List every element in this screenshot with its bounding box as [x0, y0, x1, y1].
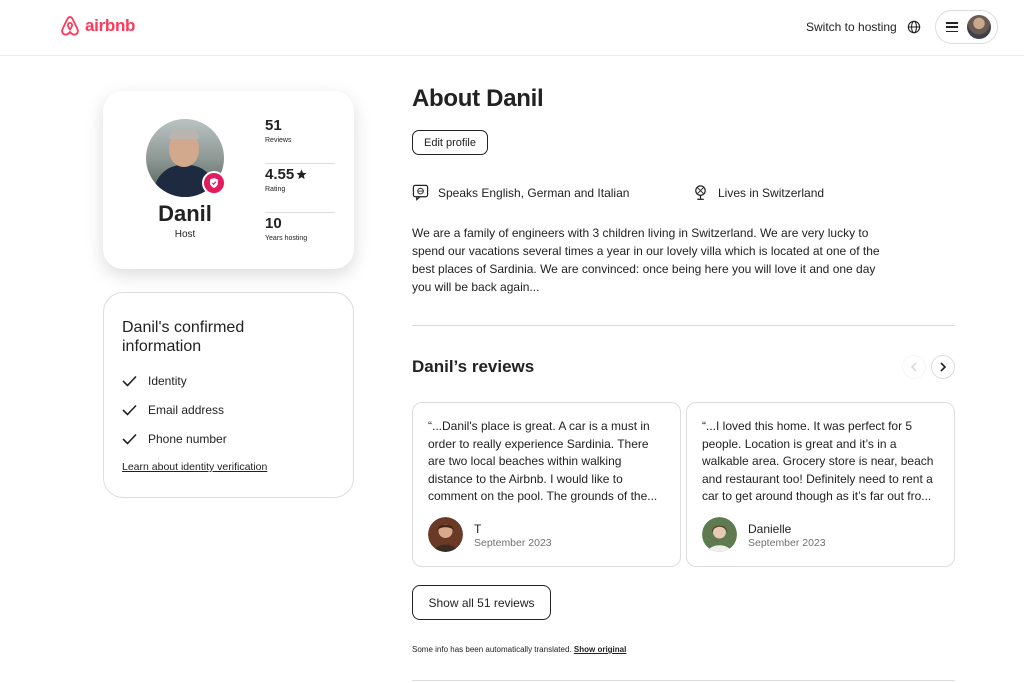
host-bio: We are a family of engineers with 3 chil… [412, 226, 880, 294]
host-name: Danil [158, 201, 212, 226]
verified-badge-icon [202, 171, 226, 195]
hamburger-icon [946, 22, 958, 32]
review-text: “...Danil's place is great. A car is a m… [428, 419, 658, 504]
reviewer-name: Danielle [748, 522, 792, 536]
host-role: Host [174, 229, 196, 240]
review-date: September 2023 [474, 537, 552, 549]
stat-value: 4.55 [265, 166, 295, 183]
speech-bubble-icon [412, 184, 429, 201]
stat-reviews: 51 Reviews [265, 115, 335, 164]
review-date: September 2023 [748, 537, 826, 549]
airbnb-logo-icon [61, 16, 79, 36]
stat-label: Rating [265, 186, 286, 193]
review-text: “...I loved this home. It was perfect fo… [702, 419, 934, 504]
section-divider [412, 680, 955, 681]
top-header: airbnb Switch to hosting [0, 0, 1024, 56]
review-card[interactable]: “...I loved this home. It was perfect fo… [686, 402, 955, 567]
languages-text: Speaks English, German and Italian [438, 185, 630, 200]
chevron-right-icon [940, 362, 947, 372]
stat-value: 51 [265, 117, 282, 134]
reviewer-name: T [474, 522, 482, 536]
reviews-heading: Danil’s reviews [412, 357, 535, 376]
stat-value: 10 [265, 215, 282, 232]
chevron-left-icon [910, 362, 917, 372]
stat-rating: 4.55 Rating [265, 164, 335, 213]
user-menu-button[interactable] [935, 10, 998, 44]
confirmed-item-label: Identity [148, 374, 187, 388]
confirmed-item-label: Phone number [148, 432, 227, 446]
translation-note: Some info has been automatically transla… [412, 645, 626, 654]
profile-card: Danil Host 51 Reviews 4.55 Rating 10 Yea… [103, 91, 354, 269]
location-text: Lives in Switzerland [718, 185, 825, 200]
translation-note-text: Some info has been automatically transla… [412, 645, 572, 654]
host-avatar [146, 119, 226, 197]
globe-stand-icon [695, 185, 706, 200]
stat-label: Reviews [265, 137, 292, 144]
confirmed-info-title: Danil's confirmed information [122, 319, 245, 355]
reviewer-avatar [428, 517, 463, 552]
section-divider [412, 325, 955, 326]
confirmed-item-email: Email address [122, 403, 224, 417]
logo-text: airbnb [85, 16, 136, 35]
review-card[interactable]: “...Danil's place is great. A car is a m… [412, 402, 681, 567]
star-icon [296, 169, 307, 180]
show-original-link[interactable]: Show original [574, 645, 626, 654]
languages-info: Speaks English, German and Italian [412, 184, 629, 201]
identity-verification-link[interactable]: Learn about identity verification [122, 461, 267, 473]
checkmark-icon [122, 404, 137, 416]
stat-years-hosting: 10 Years hosting [265, 213, 335, 262]
confirmed-item-phone: Phone number [122, 432, 227, 446]
location-info: Lives in Switzerland [692, 184, 824, 201]
globe-icon[interactable] [907, 20, 921, 34]
user-avatar [967, 15, 991, 39]
confirmed-info-card: Danil's confirmed information Identity E… [103, 292, 354, 498]
checkmark-icon [122, 433, 137, 445]
reviews-prev-button[interactable] [902, 355, 926, 379]
reviews-next-button[interactable] [931, 355, 955, 379]
checkmark-icon [122, 375, 137, 387]
airbnb-logo[interactable]: airbnb [59, 14, 135, 38]
stat-label: Years hosting [265, 235, 308, 242]
page-title: About Danil [412, 85, 544, 112]
confirmed-item-label: Email address [148, 403, 225, 417]
confirmed-item-identity: Identity [122, 374, 187, 388]
reviewer-avatar [702, 517, 737, 552]
edit-profile-button[interactable]: Edit profile [412, 130, 488, 155]
show-all-reviews-button[interactable]: Show all 51 reviews [412, 585, 551, 620]
host-stats: 51 Reviews 4.55 Rating 10 Years hosting [265, 115, 335, 262]
switch-to-hosting-link[interactable]: Switch to hosting [806, 20, 897, 34]
